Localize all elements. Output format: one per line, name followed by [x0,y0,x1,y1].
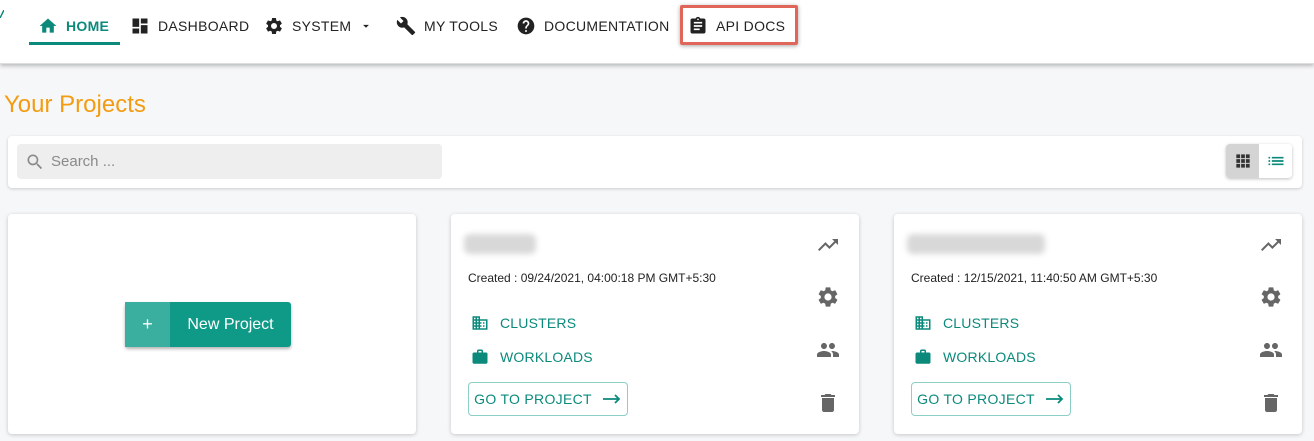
go-to-project-button[interactable]: GO TO PROJECT [468,382,628,416]
grid-view-icon [1235,154,1250,168]
project-name-redacted [464,234,536,254]
highlight-annotation-box [680,5,798,45]
active-tab-indicator [29,42,120,45]
nav-my-tools[interactable]: MY TOOLS [396,8,498,44]
search-input[interactable] [51,153,421,170]
brand-logo-fragment [0,10,4,18]
nav-system[interactable]: SYSTEM [264,8,373,44]
arrow-right-icon [602,394,621,404]
nav-home[interactable]: HOME [38,8,109,44]
project-created-date: Created : 12/15/2021, 11:40:50 AM GMT+5:… [911,271,1158,285]
nav-dashboard-label: DASHBOARD [158,18,250,34]
trending-up-icon[interactable] [815,232,841,258]
grid-view-button[interactable] [1226,144,1259,178]
users-icon[interactable] [1258,337,1284,363]
go-to-project-label: GO TO PROJECT [917,391,1035,407]
search-field[interactable] [17,144,442,179]
plus-icon: + [125,302,170,347]
list-view-button[interactable] [1259,144,1292,178]
delete-icon[interactable] [1258,390,1284,416]
workloads-link[interactable]: WORKLOADS [914,348,1036,366]
delete-icon[interactable] [815,390,841,416]
dashboard-icon [132,18,148,34]
project-name-redacted [907,234,1045,254]
clusters-link[interactable]: CLUSTERS [471,314,576,332]
clusters-link[interactable]: CLUSTERS [914,314,1019,332]
settings-gear-icon[interactable] [1258,284,1284,310]
go-to-project-button[interactable]: GO TO PROJECT [911,382,1071,416]
project-card: Created : 12/15/2021, 11:40:50 AM GMT+5:… [894,214,1302,434]
workloads-link[interactable]: WORKLOADS [471,348,593,366]
building-icon [472,316,488,330]
building-icon [915,316,931,330]
clusters-label: CLUSTERS [500,315,577,331]
page-title: Your Projects [4,91,146,118]
caret-down-icon [363,24,370,28]
wrench-icon [396,16,416,36]
top-nav-bar: HOME DASHBOARD SYSTEM MY TOOLS DOCUMENTA… [0,0,1314,64]
search-icon [27,154,43,169]
trending-up-icon[interactable] [1258,232,1284,258]
clusters-label: CLUSTERS [943,315,1020,331]
nav-documentation-label: DOCUMENTATION [544,18,670,34]
project-created-date: Created : 09/24/2021, 04:00:18 PM GMT+5:… [468,271,716,285]
briefcase-icon [915,349,931,364]
nav-documentation[interactable]: DOCUMENTATION [516,8,669,44]
nav-home-label: HOME [66,18,110,34]
list-view-icon [1268,156,1283,166]
new-project-button[interactable]: + New Project [125,302,291,347]
settings-gear-icon[interactable] [815,284,841,310]
view-mode-toggle [1226,144,1292,178]
nav-dashboard[interactable]: DASHBOARD [130,8,249,44]
arrow-right-icon [1045,394,1064,404]
gear-icon [266,17,282,34]
new-project-label: New Project [187,315,274,333]
home-icon [39,18,57,33]
workloads-label: WORKLOADS [943,349,1036,365]
nav-system-label: SYSTEM [292,18,352,34]
briefcase-icon [472,349,488,364]
new-project-card: + New Project [8,214,416,434]
help-icon [517,17,535,35]
go-to-project-label: GO TO PROJECT [474,391,592,407]
nav-my-tools-label: MY TOOLS [424,18,498,34]
project-card: Created : 09/24/2021, 04:00:18 PM GMT+5:… [451,214,859,434]
search-toolbar [8,136,1302,188]
users-icon[interactable] [815,337,841,363]
workloads-label: WORKLOADS [500,349,593,365]
